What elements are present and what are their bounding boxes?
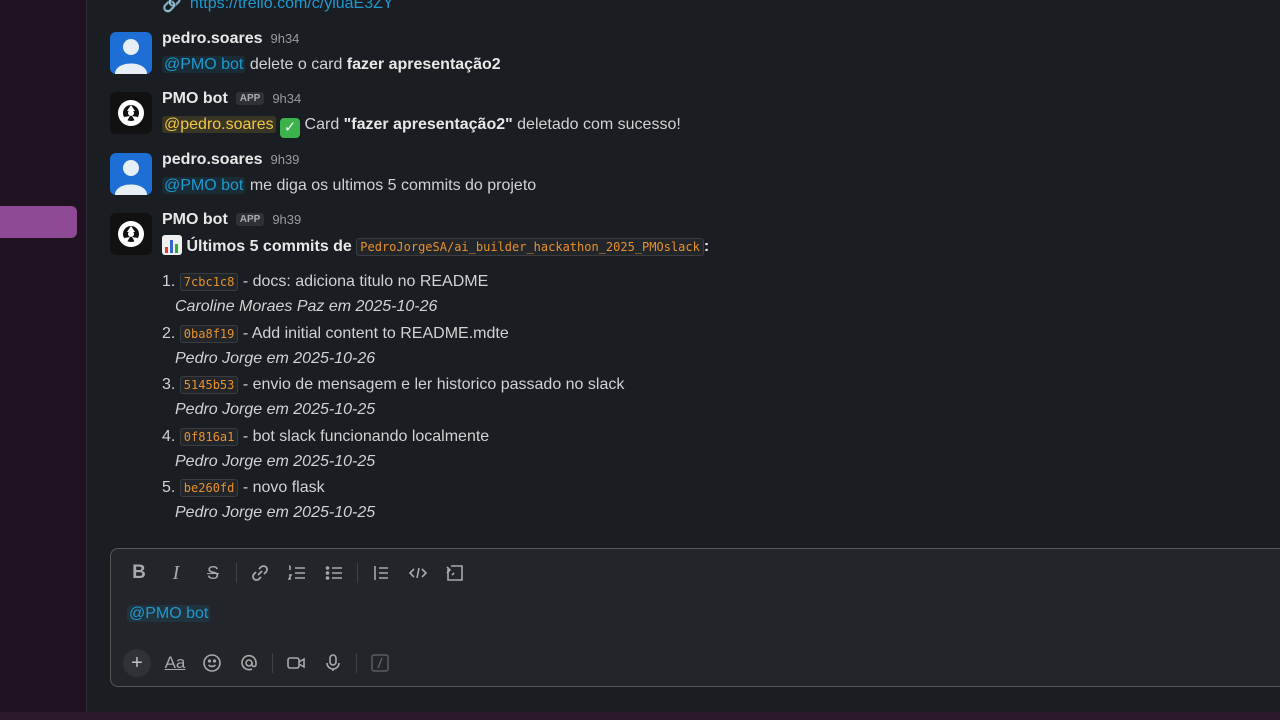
- bot-avatar[interactable]: [110, 213, 152, 255]
- app-badge: APP: [235, 213, 265, 226]
- link-icon[interactable]: [246, 561, 274, 585]
- avatar[interactable]: [110, 32, 152, 74]
- composer-actions: + Aa: [123, 649, 403, 677]
- commit-author: Pedro Jorge em 2025-10-25: [175, 401, 376, 418]
- repo-code: PedroJorgeSA/ai_builder_hackathon_2025_P…: [356, 238, 704, 256]
- commit-message: - docs: adiciona titulo no README: [238, 273, 489, 290]
- commit-hash: 0f816a1: [179, 427, 239, 446]
- bottom-strip: [0, 712, 1280, 720]
- commit-number: 4.: [162, 427, 176, 445]
- commits-heading: Últimos 5 commits de: [186, 238, 352, 255]
- sidebar-active-item[interactable]: [0, 206, 77, 238]
- commit-hash: be260fd: [179, 479, 239, 497]
- app-badge: APP: [235, 92, 265, 105]
- toolbar-divider: [357, 563, 358, 583]
- commit-message: - envio de mensagem e ler historico pass…: [238, 376, 625, 393]
- blockquote-icon[interactable]: [367, 561, 395, 585]
- link-icon: 🔗: [162, 0, 182, 13]
- message-author[interactable]: PMO bot: [162, 90, 228, 108]
- commit-number: 1.: [162, 273, 176, 290]
- message-composer[interactable]: B I S @PMO bot + Aa: [110, 548, 1280, 687]
- mention[interactable]: @PMO bot: [162, 177, 246, 194]
- commit-number: 5.: [162, 479, 176, 496]
- message-author[interactable]: PMO bot: [162, 211, 228, 229]
- commit-message: - novo flask: [238, 479, 325, 496]
- message-author[interactable]: pedro.soares: [162, 30, 262, 48]
- composer-input[interactable]: @PMO bot: [127, 605, 211, 623]
- plus-icon[interactable]: +: [123, 649, 151, 677]
- message-text-bold: fazer apresentação2: [346, 56, 501, 73]
- strikethrough-icon[interactable]: S: [199, 561, 227, 585]
- message-timestamp[interactable]: 9h39: [270, 152, 299, 167]
- composer-mention[interactable]: @PMO bot: [127, 605, 211, 622]
- bold-icon[interactable]: B: [125, 561, 153, 585]
- commit-author: Pedro Jorge em 2025-10-25: [175, 452, 376, 470]
- commit-item: 3. 5145b53 - envio de mensagem e ler his…: [162, 373, 624, 425]
- ordered-list-icon[interactable]: [283, 561, 311, 585]
- mention[interactable]: @PMO bot: [162, 56, 246, 73]
- toolbar-divider: [236, 563, 237, 583]
- bar-chart-icon: [162, 235, 182, 255]
- commit-message: - bot slack funcionando localmente: [238, 427, 490, 445]
- commit-item: 1. 7cbc1c8 - docs: adiciona titulo no RE…: [162, 270, 624, 322]
- commit-number: 2.: [162, 324, 176, 342]
- formatting-toolbar: B I S: [125, 561, 478, 585]
- mention[interactable]: @pedro.soares: [162, 116, 276, 133]
- trello-link[interactable]: https://trello.com/c/yiuaE3ZY: [190, 0, 394, 13]
- formatting-aa-icon[interactable]: Aa: [161, 651, 189, 675]
- trello-link-row: 🔗 https://trello.com/c/yiuaE3ZY: [162, 0, 394, 14]
- code-block-icon[interactable]: [441, 561, 469, 585]
- italic-icon[interactable]: I: [162, 561, 190, 585]
- bulleted-list-icon[interactable]: [320, 561, 348, 585]
- message-timestamp[interactable]: 9h34: [272, 91, 301, 106]
- commit-item: 4. 0f816a1 - bot slack funcionando local…: [162, 425, 624, 477]
- message-timestamp[interactable]: 9h34: [270, 31, 299, 46]
- toolbar-divider: [356, 653, 357, 673]
- video-icon[interactable]: [282, 651, 310, 675]
- commit-author: Pedro Jorge em 2025-10-25: [175, 504, 376, 521]
- commit-hash: 7cbc1c8: [179, 273, 239, 291]
- message-text: Card: [304, 116, 344, 133]
- commit-list: 1. 7cbc1c8 - docs: adiciona titulo no RE…: [162, 270, 624, 528]
- slash-command-icon[interactable]: [366, 651, 394, 675]
- message-text: deletado com sucesso!: [512, 116, 681, 133]
- commit-item: 5. be260fd - novo flask Pedro Jorge em 2…: [162, 476, 624, 528]
- microphone-icon[interactable]: [319, 651, 347, 675]
- commit-author: Caroline Moraes Paz em 2025-10-26: [175, 298, 438, 315]
- mention-icon[interactable]: [235, 651, 263, 675]
- toolbar-divider: [272, 653, 273, 673]
- commit-number: 3.: [162, 376, 176, 393]
- bot-avatar[interactable]: [110, 92, 152, 134]
- emoji-icon[interactable]: [198, 651, 226, 675]
- code-icon[interactable]: [404, 561, 432, 585]
- commit-message: - Add initial content to README.mdte: [238, 324, 509, 342]
- message-text-bold: "fazer apresentação2": [343, 116, 513, 133]
- check-mark-icon: ✓: [280, 118, 301, 138]
- message-text: me diga os ultimos 5 commits do projeto: [249, 177, 537, 194]
- workspace-sidebar: [0, 0, 86, 720]
- commit-hash: 5145b53: [179, 376, 239, 394]
- message-author[interactable]: pedro.soares: [162, 151, 262, 169]
- heading-colon: :: [703, 238, 710, 255]
- commit-item: 2. 0ba8f19 - Add initial content to READ…: [162, 322, 624, 374]
- message-text: delete o card: [249, 56, 347, 73]
- commit-author: Pedro Jorge em 2025-10-26: [175, 349, 376, 367]
- message-timestamp[interactable]: 9h39: [272, 212, 301, 227]
- avatar[interactable]: [110, 153, 152, 195]
- commit-hash: 0ba8f19: [179, 324, 239, 343]
